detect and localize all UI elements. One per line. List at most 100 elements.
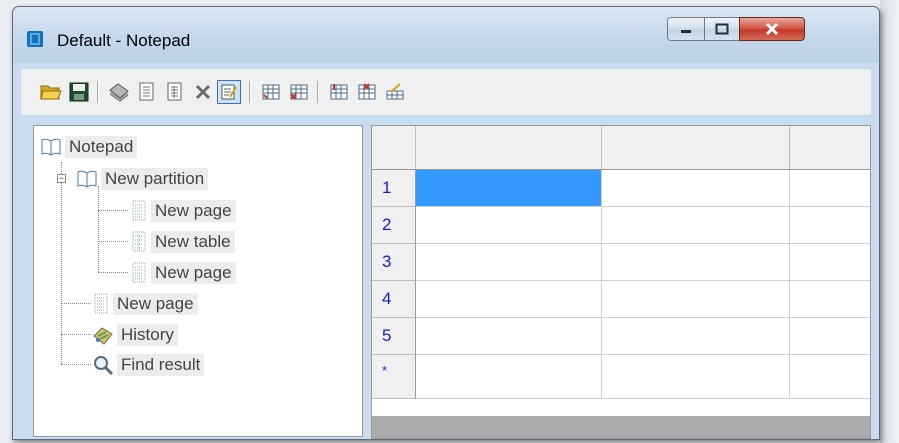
tree-connector <box>98 241 128 242</box>
close-icon <box>765 22 779 36</box>
new-row-header[interactable]: * <box>372 355 416 399</box>
table-delete-column-icon <box>358 83 376 100</box>
toolbar-separator <box>97 81 99 103</box>
grid-cell[interactable] <box>790 318 870 355</box>
tree-item-label: New page <box>151 262 236 284</box>
tree-item-history[interactable]: History <box>92 322 178 348</box>
column-header[interactable] <box>416 126 602 170</box>
grid-cell[interactable] <box>416 318 602 355</box>
toolbar-separator <box>249 81 251 103</box>
grid-cell[interactable] <box>602 244 790 281</box>
close-button[interactable] <box>739 17 805 41</box>
row-header[interactable]: 5 <box>372 318 416 355</box>
grid-cell[interactable] <box>602 318 790 355</box>
notepad-window: Default - Notepad − Notepad New partitio… <box>12 6 880 440</box>
rename-column-button[interactable] <box>383 80 407 104</box>
toolbar <box>21 69 871 115</box>
tree-item-page[interactable]: New page <box>130 260 236 286</box>
row-header[interactable]: 1 <box>372 170 416 207</box>
grid-cell[interactable] <box>790 281 870 318</box>
grid-cell-new-row[interactable] <box>416 355 602 399</box>
grid-empty-area <box>372 416 870 438</box>
toolbar-separator <box>317 81 319 103</box>
grid-cell[interactable] <box>416 281 602 318</box>
table-add-column-icon <box>330 84 348 100</box>
tree-item-label: New page <box>151 200 236 222</box>
page-icon <box>94 293 108 314</box>
notebook-icon <box>77 170 97 188</box>
notebook-stack-icon <box>109 83 129 102</box>
collapse-toggle[interactable]: − <box>57 174 66 183</box>
notebook-icon <box>41 138 61 156</box>
grid-cell[interactable] <box>602 170 790 207</box>
grid-cell-new-row[interactable] <box>602 355 790 399</box>
table-page-icon <box>132 231 146 252</box>
title-bar[interactable]: Default - Notepad <box>13 7 879 63</box>
tree-item-find-result[interactable]: Find result <box>92 352 205 378</box>
maximize-button[interactable] <box>704 17 740 41</box>
grid-cell[interactable] <box>790 244 870 281</box>
delete-row-button[interactable] <box>287 80 311 104</box>
tree-connector <box>61 364 91 365</box>
tree-item-table[interactable]: New table <box>130 229 235 255</box>
window-title: Default - Notepad <box>57 31 191 50</box>
tree-item-notepad[interactable]: Notepad <box>40 134 138 160</box>
tree-item-label: History <box>117 324 178 346</box>
column-header[interactable] <box>790 126 870 170</box>
grid-cell[interactable] <box>602 281 790 318</box>
grid-cell[interactable] <box>602 207 790 244</box>
row-header[interactable]: 4 <box>372 281 416 318</box>
tree-connector <box>98 272 128 273</box>
tree-item-page[interactable]: New page <box>92 291 198 317</box>
table-grid: 1 2 3 4 5 * <box>371 125 871 439</box>
desktop-background <box>880 0 899 443</box>
page-icon <box>139 82 154 101</box>
page-icon <box>132 262 146 283</box>
magnifier-icon <box>94 356 114 376</box>
app-icon <box>26 30 44 48</box>
minimize-button[interactable] <box>667 17 705 41</box>
grid-cell-selected[interactable] <box>416 170 602 207</box>
page-table-icon <box>167 82 182 101</box>
edit-page-icon <box>221 84 237 100</box>
table-delete-row-icon <box>290 84 308 100</box>
delete-column-button[interactable] <box>355 80 379 104</box>
maximize-icon <box>715 23 729 35</box>
insert-row-button[interactable] <box>259 80 283 104</box>
tree-item-page[interactable]: New page <box>130 198 236 224</box>
grid-cell[interactable] <box>790 170 870 207</box>
open-button[interactable] <box>39 80 63 104</box>
row-header[interactable]: 2 <box>372 207 416 244</box>
grid-cell-new-row[interactable] <box>790 355 870 399</box>
tree-connector <box>98 186 99 272</box>
new-page-button[interactable] <box>135 80 159 104</box>
page-icon <box>132 200 146 221</box>
tree-connector <box>61 334 91 335</box>
edit-mode-button[interactable] <box>217 80 241 104</box>
tree-connector <box>61 303 91 304</box>
notepad-tree: − Notepad New partition New page New tab… <box>33 125 363 437</box>
new-partition-button[interactable] <box>107 80 131 104</box>
new-table-button[interactable] <box>163 80 187 104</box>
grid-corner-header[interactable] <box>372 126 416 170</box>
tree-item-label: Find result <box>117 354 205 376</box>
table-add-row-icon <box>262 84 280 100</box>
tree-connector <box>98 210 128 211</box>
tree-item-partition[interactable]: New partition <box>76 166 209 192</box>
folder-open-icon <box>40 85 62 100</box>
delete-button[interactable] <box>191 80 215 104</box>
column-header[interactable] <box>602 126 790 170</box>
table-edit-icon <box>386 83 404 100</box>
insert-column-button[interactable] <box>327 80 351 104</box>
tree-item-label: New partition <box>101 168 209 190</box>
row-header[interactable]: 3 <box>372 244 416 281</box>
delete-x-icon <box>195 84 211 100</box>
history-icon <box>93 327 113 345</box>
grid-cell[interactable] <box>790 207 870 244</box>
grid-cell[interactable] <box>416 244 602 281</box>
floppy-disk-icon <box>69 82 89 102</box>
grid-cell[interactable] <box>416 207 602 244</box>
minimize-icon <box>681 30 691 33</box>
tree-item-label: New page <box>113 293 198 315</box>
save-button[interactable] <box>67 80 91 104</box>
